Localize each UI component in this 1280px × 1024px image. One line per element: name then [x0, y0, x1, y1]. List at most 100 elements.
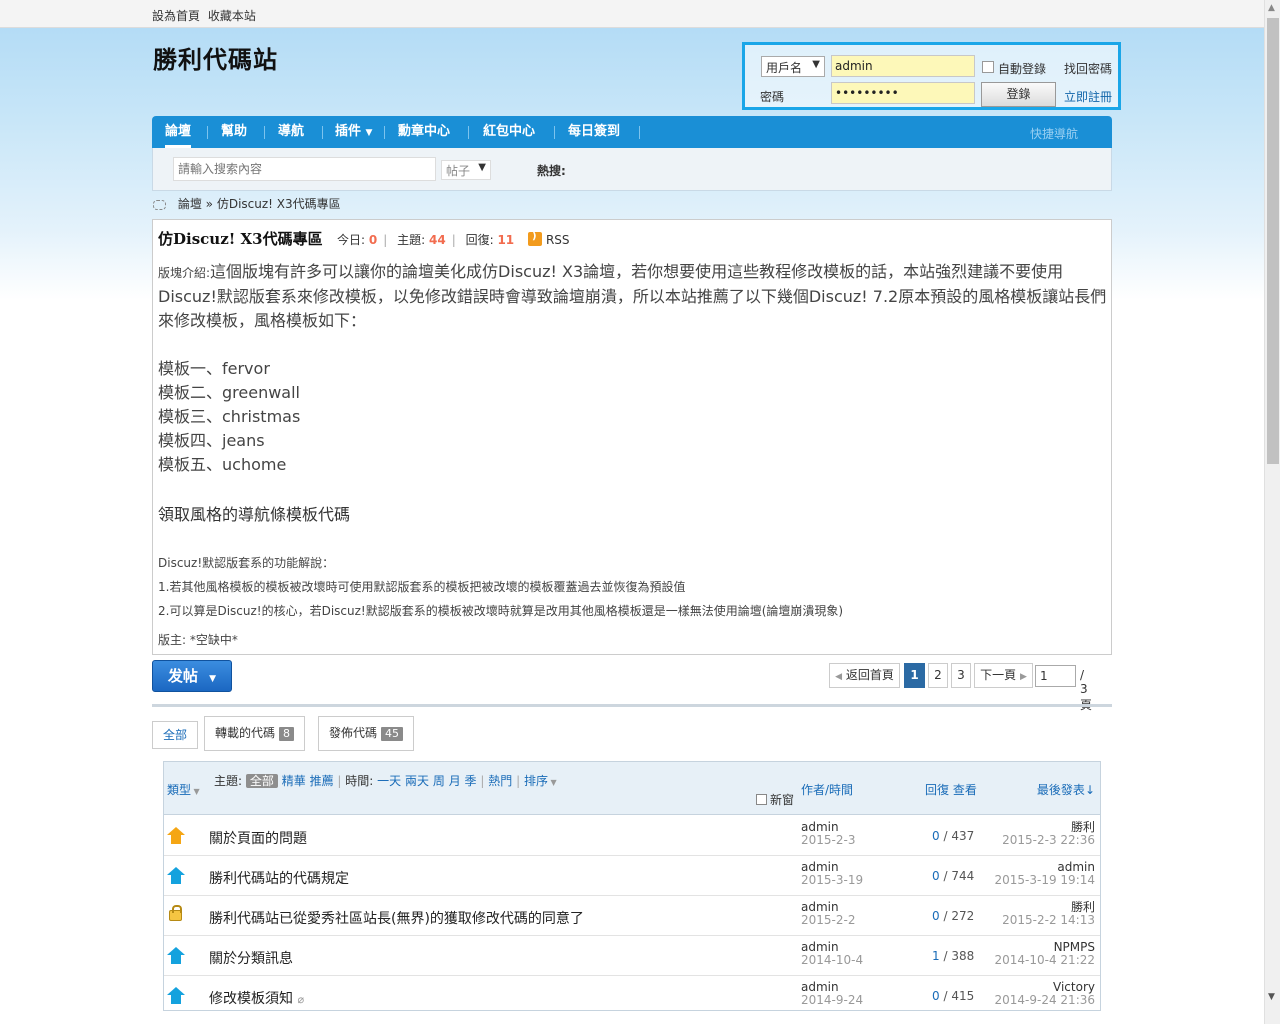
vertical-scrollbar[interactable]: ▲ ▼ — [1264, 0, 1280, 1024]
reply-count: 0 — [932, 909, 940, 923]
nav-redpacket-center[interactable]: 紅包中心 — [483, 116, 535, 148]
scroll-down-icon[interactable]: ▼ — [1268, 992, 1275, 1002]
replies-count: 11 — [497, 233, 515, 247]
last-post-label: 最後發表 — [1036, 783, 1085, 797]
pin-blue-icon — [167, 987, 185, 1004]
template-item: 模板一、fervor — [158, 359, 270, 378]
replies-label: 回復: — [465, 233, 494, 247]
username-input[interactable] — [831, 55, 975, 77]
thread-title[interactable]: 勝利代碼站已從愛秀社區站長(無界)的獲取修改代碼的同意了 — [209, 908, 584, 928]
reply-view-header[interactable]: 回復 查看 — [925, 781, 977, 798]
tab-repost[interactable]: 轉載的代碼 8 — [204, 716, 306, 751]
breadcrumb-current[interactable]: 仿Discuz! X3代碼專區 — [217, 197, 341, 211]
filter-one-day[interactable]: 一天 — [377, 774, 401, 788]
nav-navigation[interactable]: 導航 — [278, 116, 304, 148]
thread-counts: 0 / 272 — [932, 909, 975, 923]
notes-title: Discuz!默認版套系的功能解說： — [158, 556, 335, 570]
password-input[interactable] — [831, 82, 975, 104]
filter-digest[interactable]: 精華 — [282, 774, 306, 788]
type-filter[interactable]: 類型 ▼ — [167, 781, 200, 798]
rss-icon — [527, 231, 542, 246]
page-1[interactable]: 1 — [904, 663, 925, 688]
page-jump-input[interactable]: 1 — [1035, 665, 1076, 687]
last-post-time[interactable]: 2014-10-4 21:22 — [995, 954, 1096, 967]
login-type-select[interactable]: 用戶名 ▼ — [761, 56, 825, 77]
attachment-icon: ⌀ — [297, 993, 305, 1006]
view-count: 415 — [951, 989, 975, 1003]
filter-season[interactable]: 季 — [465, 774, 477, 788]
note-1: 1.若其他風格模板的模板被改壞時可使用默認版套系的模板把被改壞的模板覆蓋過去並恢… — [158, 580, 686, 594]
nav-medal-center[interactable]: 勳章中心 — [398, 116, 450, 148]
home-icon[interactable] — [153, 199, 166, 210]
last-post-time[interactable]: 2015-3-19 19:14 — [995, 874, 1096, 887]
tab-all[interactable]: 全部 — [152, 721, 199, 749]
forum-title[interactable]: 仿Discuz! X3代碼專區 — [158, 228, 323, 249]
scroll-up-icon[interactable]: ▲ — [1268, 3, 1275, 13]
last-post-time[interactable]: 2014-9-24 21:36 — [995, 994, 1096, 1007]
nav-forum[interactable]: 論壇 — [165, 116, 192, 148]
thread-last-post: NPMPS 2014-10-4 21:22 — [995, 941, 1096, 967]
filter-two-days[interactable]: 兩天 — [405, 774, 429, 788]
hot-search-label: 熱搜: — [537, 164, 566, 178]
site-logo[interactable]: 勝利代碼站 — [153, 40, 278, 75]
next-page-button[interactable]: 下一頁 ▶ — [974, 663, 1033, 688]
nav-help[interactable]: 幫助 — [221, 116, 247, 148]
forum-stats: 今日: 0| 主題: 44| 回復: 11 RSS — [337, 231, 570, 248]
post-date: 2015-2-2 — [801, 913, 856, 927]
breadcrumb-forum[interactable]: 論壇 — [178, 197, 202, 211]
template-item: 模板三、christmas — [158, 407, 301, 426]
search-input[interactable] — [173, 157, 436, 181]
moderator: 版主: *空缺中* — [158, 633, 238, 647]
rss-link[interactable]: RSS — [527, 231, 570, 247]
filter-week[interactable]: 周 — [433, 774, 445, 788]
login-button[interactable]: 登錄 — [981, 82, 1056, 107]
quick-nav[interactable]: 快捷導航 — [1030, 125, 1078, 142]
thread-last-post: Victory 2014-9-24 21:36 — [995, 981, 1096, 1007]
bookmark-link[interactable]: 收藏本站 — [208, 9, 256, 23]
nav-code-heading[interactable]: 領取風格的導航條模板代碼 — [158, 501, 350, 525]
register-link[interactable]: 立即註冊 — [1064, 88, 1112, 105]
main-nav: 論壇 幫助 導航 插件 ▼ 勳章中心 紅包中心 每日簽到 快捷導航 — [152, 116, 1112, 148]
new-post-button[interactable]: 发帖 ▼ — [152, 660, 232, 692]
count-badge: 8 — [279, 727, 295, 741]
thread-counts: 1 / 388 — [932, 949, 975, 963]
find-password-link[interactable]: 找回密碼 — [1064, 60, 1112, 77]
author-time-header[interactable]: 作者/時間 — [801, 781, 853, 798]
breadcrumb: 論壇 » 仿Discuz! X3代碼專區 — [153, 195, 341, 212]
last-post-time[interactable]: 2015-2-3 22:36 — [1002, 834, 1095, 847]
thread-title[interactable]: 勝利代碼站的代碼規定 — [209, 868, 349, 888]
filter-all[interactable]: 全部 — [245, 774, 278, 788]
chevron-down-icon: ▼ — [209, 674, 217, 684]
nav-daily-signin[interactable]: 每日簽到 — [568, 116, 620, 148]
auto-login-checkbox[interactable] — [982, 61, 994, 73]
new-post-label: 发帖 — [167, 667, 198, 685]
back-home-label: 返回首頁 — [845, 668, 894, 682]
filter-month[interactable]: 月 — [449, 774, 461, 788]
threads-count: 44 — [428, 233, 446, 247]
search-type-select[interactable]: 帖子 ▼ — [441, 160, 491, 180]
new-window-checkbox[interactable] — [756, 794, 767, 805]
thread-title[interactable]: 關於頁面的問題 — [209, 828, 307, 848]
reply-count: 0 — [932, 869, 940, 883]
reply-count: 0 — [932, 829, 940, 843]
new-window-toggle[interactable]: 新窗 — [756, 791, 794, 808]
chevron-down-icon: ▼ — [365, 128, 373, 138]
page-2[interactable]: 2 — [928, 663, 948, 688]
scrollbar-thumb[interactable] — [1267, 18, 1279, 464]
reply-count: 0 — [932, 989, 940, 1003]
theme-label: 主題: — [214, 774, 243, 788]
back-home-button[interactable]: ◀ 返回首頁 — [829, 663, 900, 688]
nav-plugins[interactable]: 插件 ▼ — [335, 116, 372, 148]
rss-label: RSS — [545, 233, 570, 247]
page-3[interactable]: 3 — [951, 663, 971, 688]
filter-recommend[interactable]: 推薦 — [310, 774, 334, 788]
last-post-time[interactable]: 2015-2-2 14:13 — [1002, 914, 1095, 927]
filter-hot[interactable]: 熱門 — [488, 774, 512, 788]
set-homepage-link[interactable]: 設為首頁 — [152, 9, 200, 23]
view-count: 437 — [951, 829, 975, 843]
thread-title[interactable]: 關於分類訊息 — [209, 948, 293, 968]
sort-dropdown[interactable]: 排序 ▼ — [524, 774, 557, 788]
last-post-header[interactable]: 最後發表↓ — [1037, 781, 1095, 798]
thread-title[interactable]: 修改模板須知 ⌀ — [209, 988, 304, 1008]
tab-publish[interactable]: 發佈代碼 45 — [318, 716, 415, 751]
